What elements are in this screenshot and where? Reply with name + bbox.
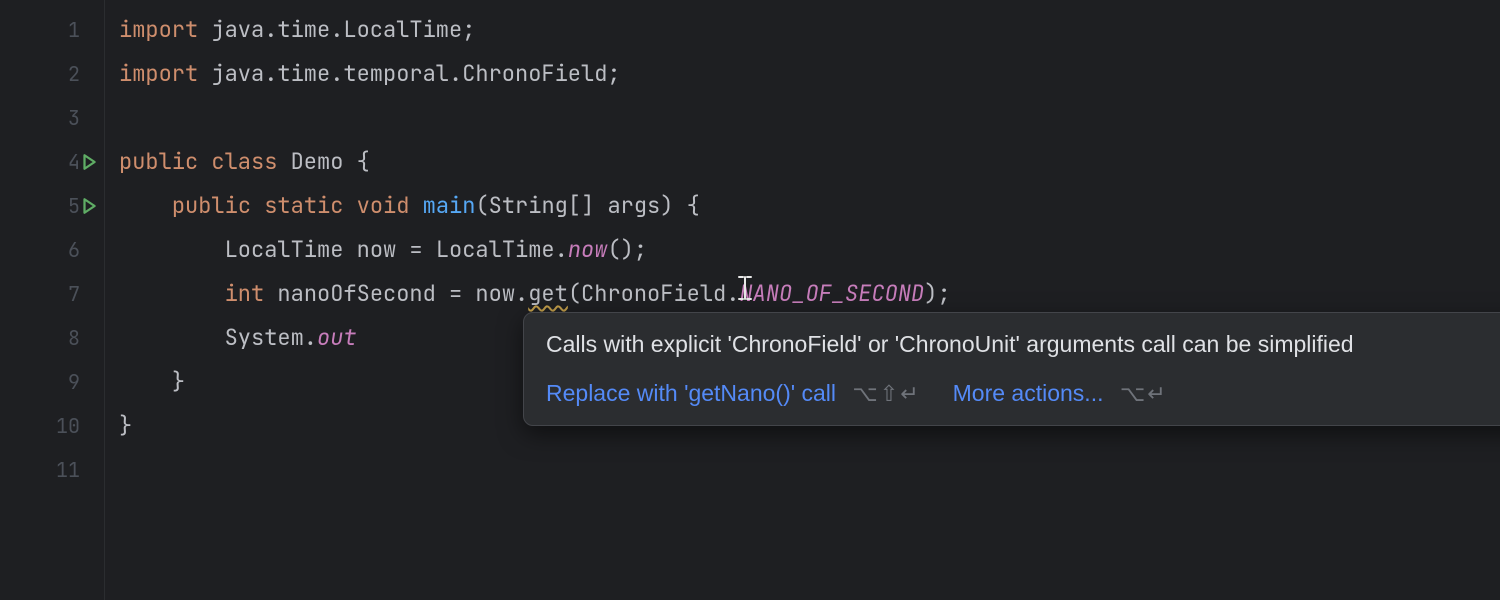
quickfix-action[interactable]: Replace with 'getNano()' call: [546, 380, 836, 406]
run-gutter-icon[interactable]: [80, 197, 98, 215]
line-number: 6: [68, 237, 80, 263]
line-number: 1: [68, 17, 80, 43]
code-line: public static void main(String[] args) {: [119, 184, 1500, 228]
inspection-tooltip: Calls with explicit 'ChronoField' or 'Ch…: [523, 312, 1500, 426]
line-number: 2: [68, 61, 80, 87]
line-number: 10: [56, 413, 80, 439]
code-line: [119, 448, 1500, 492]
shortcut-label: ⌥⇧↵: [852, 381, 920, 406]
shortcut-label: ⌥↵: [1120, 381, 1168, 406]
gutter: 1 2 3 4 5 6 7 8 9 10 11: [0, 0, 105, 600]
code-line: int nanoOfSecond = now.get(ChronoField.N…: [119, 272, 1500, 316]
code-line: public class Demo {: [119, 140, 1500, 184]
line-number: 7: [68, 281, 80, 307]
code-line: LocalTime now = LocalTime.now();: [119, 228, 1500, 272]
code-editor[interactable]: 1 2 3 4 5 6 7 8 9 10 11 import java.time…: [0, 0, 1500, 600]
code-line: import java.time.temporal.ChronoField;: [119, 52, 1500, 96]
run-gutter-icon[interactable]: [80, 153, 98, 171]
line-number: 5: [68, 193, 80, 219]
tooltip-title: Calls with explicit 'ChronoField' or 'Ch…: [546, 331, 1354, 358]
line-number: 4: [68, 149, 80, 175]
line-number: 3: [68, 105, 80, 131]
line-number: 9: [68, 369, 80, 395]
code-line: [119, 96, 1500, 140]
code-line: import java.time.LocalTime;: [119, 8, 1500, 52]
more-actions-link[interactable]: More actions...: [953, 380, 1104, 406]
inspection-warning[interactable]: get: [528, 272, 568, 316]
line-number: 11: [56, 457, 80, 483]
code-area[interactable]: import java.time.LocalTime; import java.…: [105, 0, 1500, 600]
line-number: 8: [68, 325, 80, 351]
